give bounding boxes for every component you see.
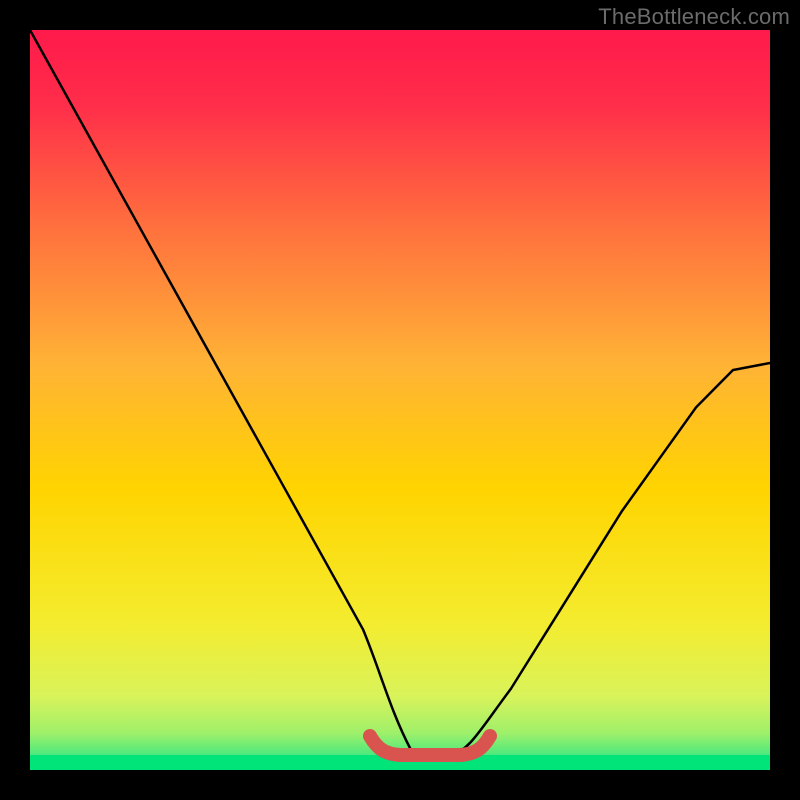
plot-area [30, 30, 770, 770]
chart-svg [30, 30, 770, 770]
chart-frame: TheBottleneck.com [0, 0, 800, 800]
gradient-background [30, 30, 770, 770]
watermark-text: TheBottleneck.com [598, 4, 790, 30]
